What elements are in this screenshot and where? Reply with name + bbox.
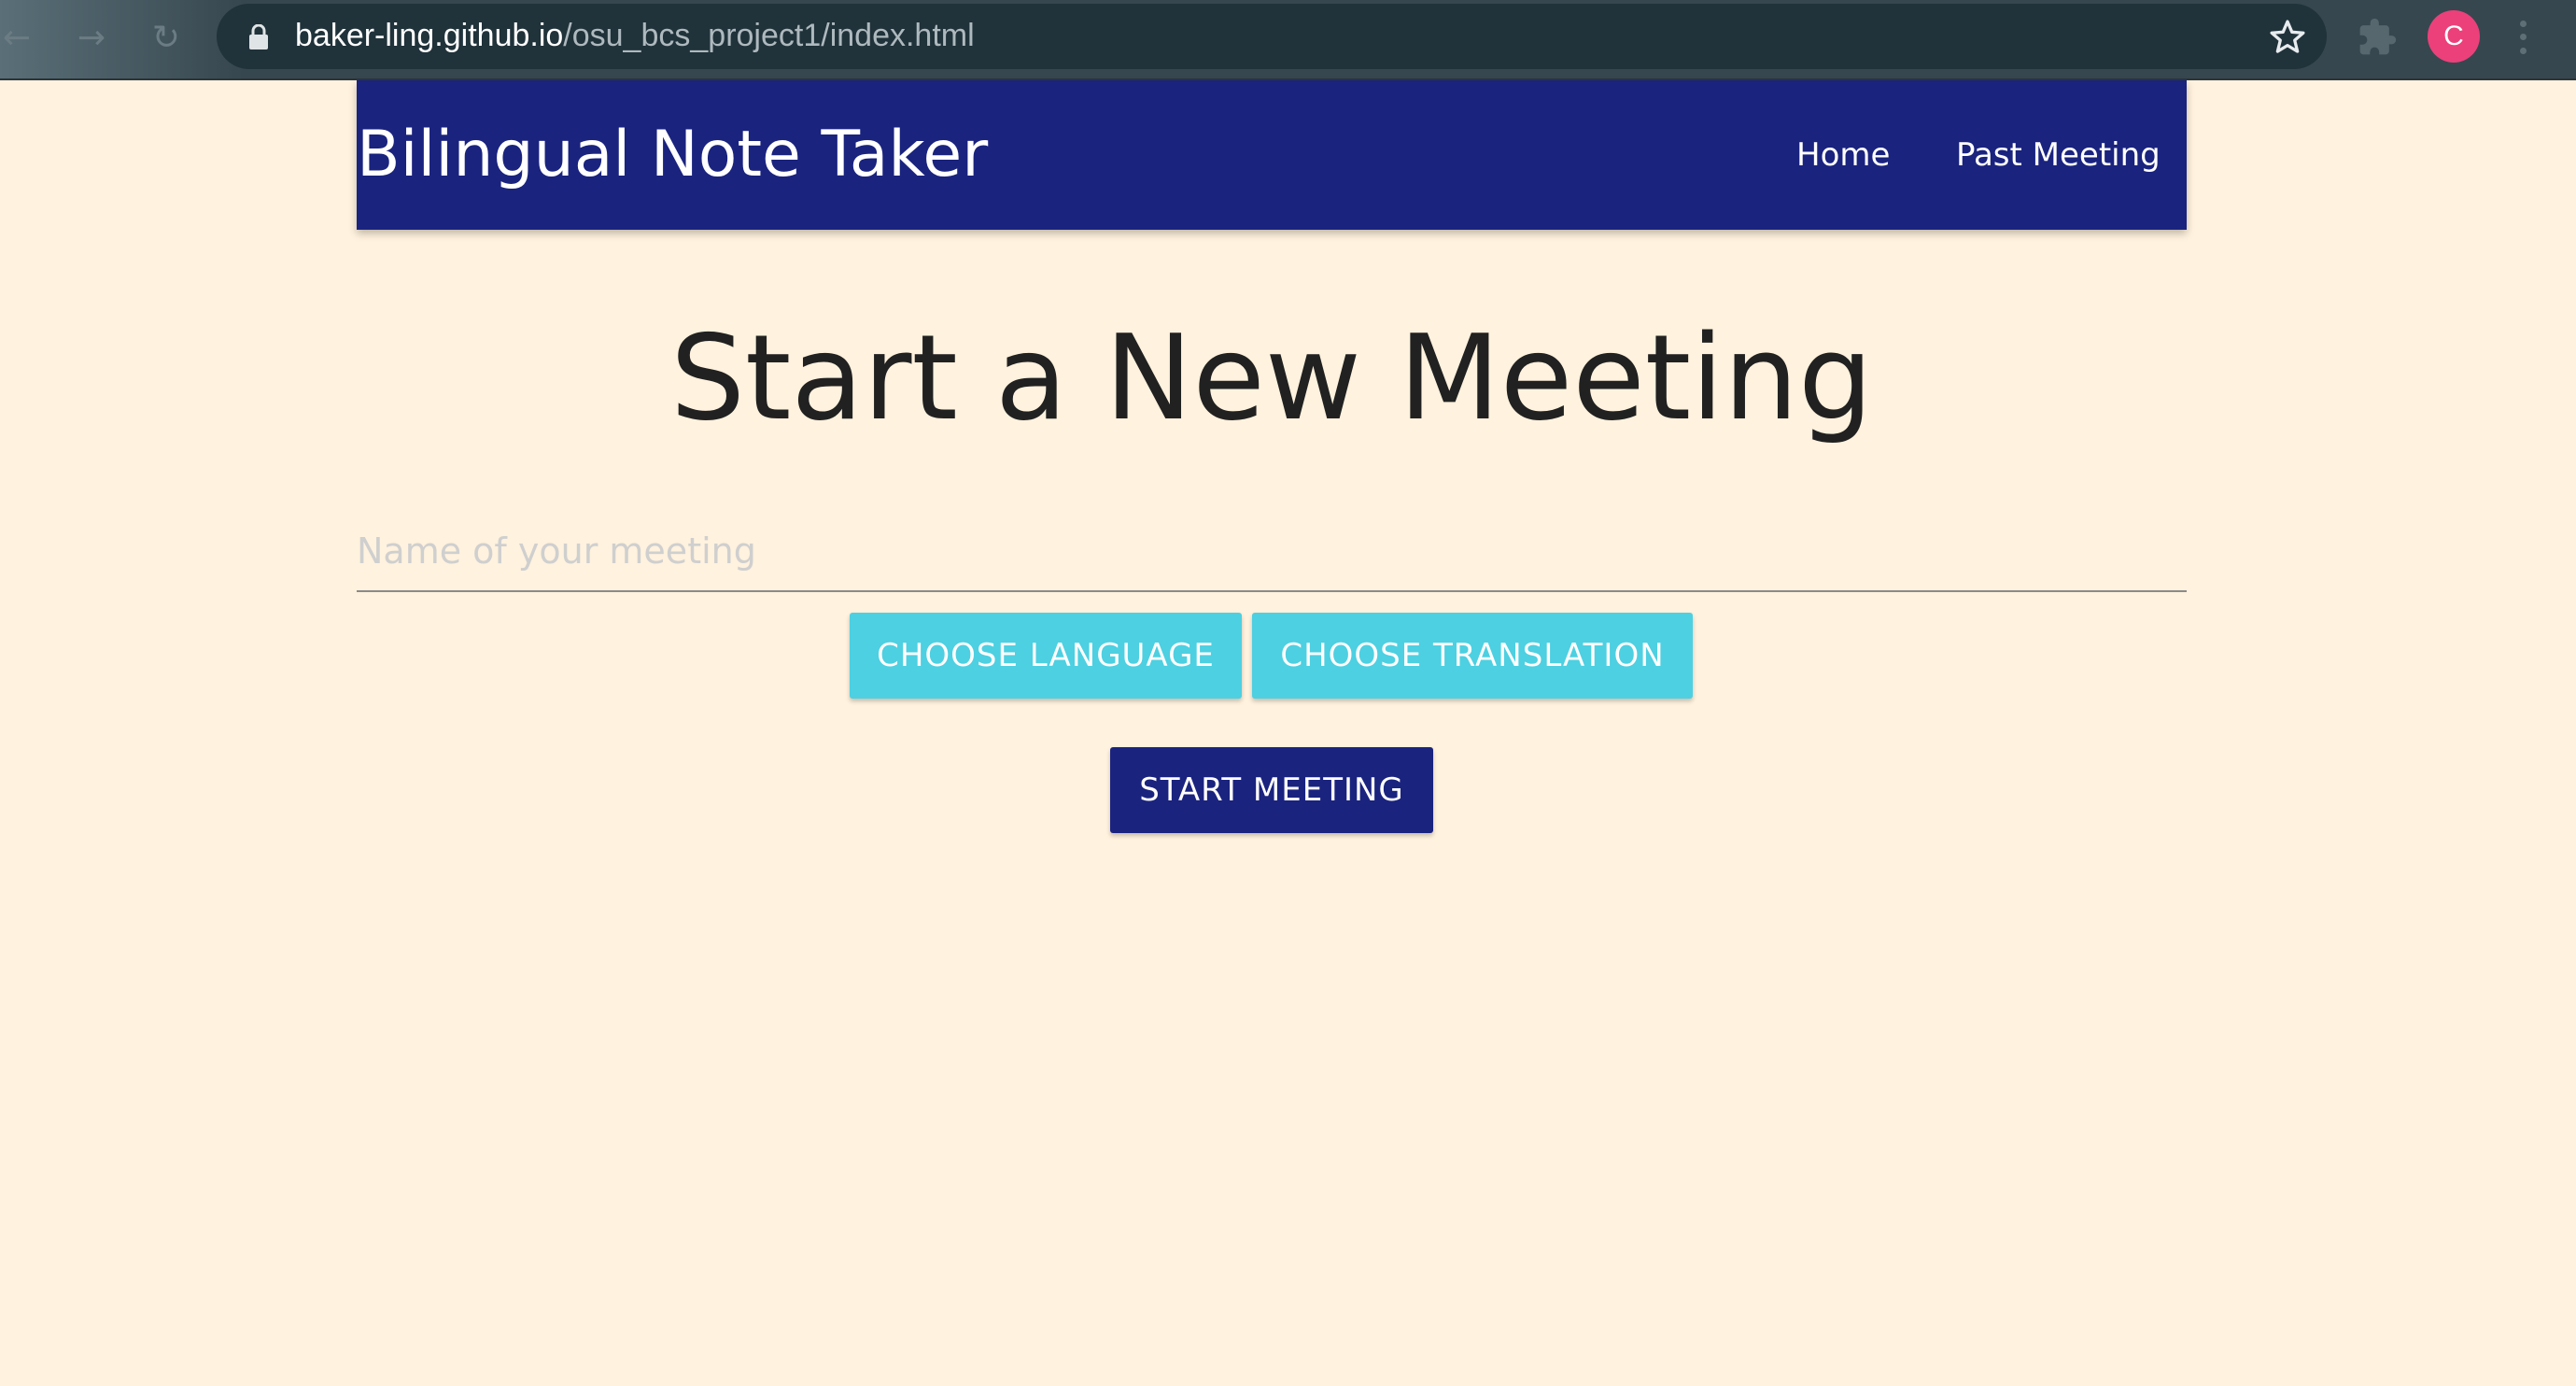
reload-icon[interactable]: ↻ xyxy=(144,15,189,60)
choose-translation-button[interactable]: Choose Translation xyxy=(1252,613,1693,699)
page-title: Start a New Meeting xyxy=(670,309,1873,446)
url-host: baker-ling.github.io xyxy=(295,18,564,53)
bookmark-star-icon[interactable] xyxy=(2267,17,2308,58)
start-meeting-button[interactable]: Start Meeting xyxy=(1110,747,1433,833)
brand-title[interactable]: Bilingual Note Taker xyxy=(357,118,988,192)
extension-puzzle-icon[interactable] xyxy=(2357,17,2398,58)
app-navbar: Bilingual Note Taker Home Past Meeting xyxy=(357,80,2187,230)
url-path: /osu_bcs_project1/index.html xyxy=(563,18,975,53)
url-text[interactable]: baker-ling.github.io/osu_bcs_project1/in… xyxy=(295,15,975,56)
lock-icon xyxy=(249,24,268,50)
forward-icon[interactable]: → xyxy=(69,15,114,60)
choose-language-button[interactable]: Choose Language xyxy=(850,613,1242,699)
meeting-name-input[interactable] xyxy=(357,512,2187,592)
nav-link-home[interactable]: Home xyxy=(1796,133,1890,177)
profile-avatar[interactable]: C xyxy=(2428,10,2480,63)
nav-link-past-meeting[interactable]: Past Meeting xyxy=(1956,133,2161,177)
browser-menu-icon[interactable] xyxy=(2512,17,2534,58)
back-icon[interactable]: ← xyxy=(0,15,39,60)
browser-toolbar: ← → ↻ baker-ling.github.io/osu_bcs_proje… xyxy=(0,0,2576,80)
